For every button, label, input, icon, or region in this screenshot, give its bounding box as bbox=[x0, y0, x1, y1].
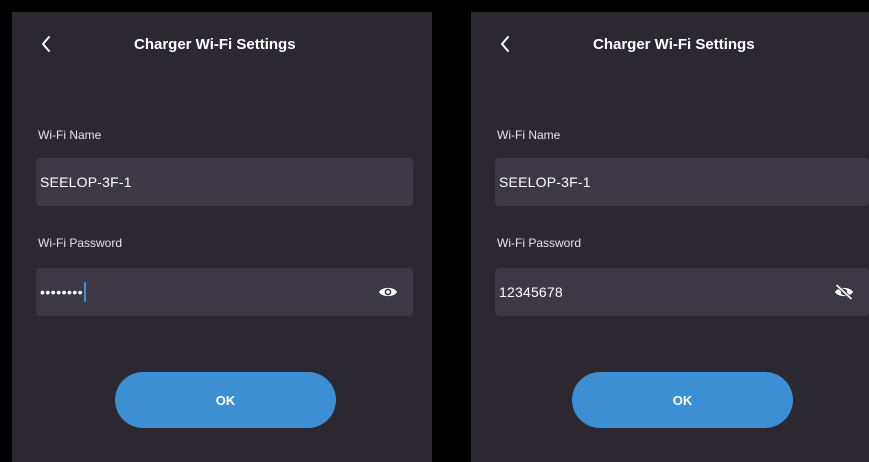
wifi-password-field[interactable]: •••••••• bbox=[36, 268, 413, 316]
header: Charger Wi-Fi Settings bbox=[471, 12, 869, 74]
wifi-settings-screen-visible: Charger Wi-Fi Settings Wi-Fi Name SEELOP… bbox=[471, 12, 869, 462]
wifi-password-value: 12345678 bbox=[499, 284, 563, 300]
wifi-name-label: Wi-Fi Name bbox=[38, 128, 102, 142]
wifi-password-value: •••••••• bbox=[40, 284, 84, 300]
hide-password-toggle[interactable] bbox=[833, 282, 855, 302]
eye-off-icon bbox=[835, 284, 853, 300]
text-caret bbox=[84, 282, 86, 302]
wifi-password-label: Wi-Fi Password bbox=[497, 236, 582, 250]
show-password-toggle[interactable] bbox=[377, 282, 399, 302]
page-title: Charger Wi-Fi Settings bbox=[593, 36, 755, 53]
back-button[interactable] bbox=[493, 30, 517, 58]
wifi-name-value: SEELOP-3F-1 bbox=[499, 174, 591, 190]
chevron-left-icon bbox=[42, 36, 50, 52]
wifi-name-label: Wi-Fi Name bbox=[497, 128, 561, 142]
ok-button[interactable]: OK bbox=[115, 372, 336, 428]
page: Charger Wi-Fi Settings Wi-Fi Name SEELOP… bbox=[0, 0, 869, 462]
wifi-password-label: Wi-Fi Password bbox=[38, 236, 123, 250]
page-title: Charger Wi-Fi Settings bbox=[134, 36, 296, 53]
back-button[interactable] bbox=[34, 30, 58, 58]
wifi-name-field[interactable]: SEELOP-3F-1 bbox=[36, 158, 413, 206]
wifi-name-value: SEELOP-3F-1 bbox=[40, 174, 132, 190]
wifi-password-field[interactable]: 12345678 bbox=[495, 268, 869, 316]
wifi-name-field[interactable]: SEELOP-3F-1 bbox=[495, 158, 869, 206]
header: Charger Wi-Fi Settings bbox=[12, 12, 432, 74]
chevron-left-icon bbox=[501, 36, 509, 52]
ok-button[interactable]: OK bbox=[572, 372, 793, 428]
wifi-settings-screen-hidden: Charger Wi-Fi Settings Wi-Fi Name SEELOP… bbox=[12, 12, 432, 462]
eye-icon bbox=[379, 287, 397, 297]
